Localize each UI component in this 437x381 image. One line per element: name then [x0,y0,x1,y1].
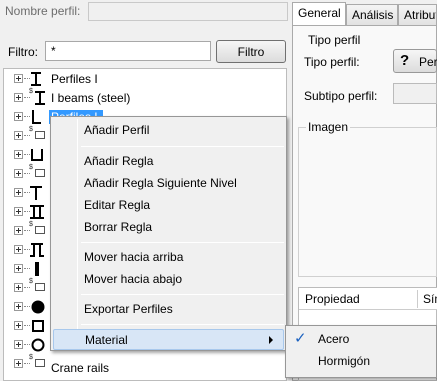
round-tube-icon [31,338,45,352]
tab-label: Análisis [352,8,394,22]
expand-icon[interactable] [14,150,23,159]
image-group-box [298,127,437,277]
pi-section-icon [30,243,44,257]
profile-subtype-field[interactable] [393,83,437,104]
expand-icon[interactable] [14,283,23,292]
t-section-icon [30,186,42,200]
folder-icon [35,226,45,234]
menu-item-export-profiles[interactable]: Exportar Perfiles [53,299,284,320]
question-icon: ? [400,52,410,69]
menu-item-delete-rule[interactable]: Borrar Regla [53,217,284,238]
expand-icon[interactable] [14,340,23,349]
rule-marker-icon: $ [29,278,33,285]
tree-item[interactable]: $ I beams (steel) [4,88,284,107]
properties-table-header: Propiedad Sím [299,288,437,310]
menu-item-label: Exportar Perfiles [84,302,173,316]
menu-item-label: Añadir Perfil [84,123,150,137]
menu-item-label: Material [85,333,128,347]
menu-separator [81,146,284,147]
context-menu: Añadir Perfil Añadir Regla Añadir Regla … [50,116,287,351]
profile-type-button[interactable]: ? Perf [393,49,437,73]
menu-separator [81,242,284,243]
folder-icon [35,131,45,139]
menu-separator [81,294,284,295]
submenu-arrow-icon [269,336,273,344]
submenu-item-hormigon[interactable]: Hormigón [288,351,434,372]
i-beam-icon [31,72,41,86]
checkmark-icon: ✓ [294,330,307,347]
submenu-item-label: Hormigón [318,354,371,368]
material-submenu: ✓ Acero Hormigón [285,325,437,378]
menu-item-label: Editar Regla [84,198,151,212]
tree-item[interactable]: Crane rails [4,359,284,377]
menu-item-label: Añadir Regla Siguiente Nivel [84,176,237,190]
menu-item-add-rule-next-level[interactable]: Añadir Regla Siguiente Nivel [53,173,284,194]
image-group-label: Imagen [306,120,351,134]
menu-item-add-profile[interactable]: Añadir Perfil [53,120,284,141]
menu-item-label: Añadir Regla [84,154,154,168]
profile-type-value: Perf [419,55,437,69]
tab-analisis[interactable]: Análisis [346,4,399,25]
rule-marker-icon: $ [29,221,33,228]
expand-icon[interactable] [14,188,23,197]
tree-item-label: Perfiles I [51,72,98,86]
profile-type-group-label: Tipo perfil [308,33,361,47]
folder-icon [35,283,45,291]
profile-type-label: Tipo perfil: [304,55,360,69]
menu-item-add-rule[interactable]: Añadir Regla [53,151,284,172]
menu-item-move-down[interactable]: Mover hacia abajo [53,269,284,290]
menu-item-label: Mover hacia abajo [84,272,183,286]
menu-separator [81,324,284,325]
filter-input[interactable] [45,41,211,61]
tab-atributos[interactable]: Atribut [398,4,437,25]
folder-icon [35,169,45,177]
rule-marker-icon: $ [29,164,33,171]
column-header-simbolo[interactable]: Sím [423,292,437,306]
expand-icon[interactable] [14,207,23,216]
tab-label: General [298,6,341,20]
tree-item[interactable]: Perfiles I [4,70,284,88]
menu-item-label: Mover hacia arriba [84,250,184,264]
expand-icon[interactable] [14,245,23,254]
tab-label: Atribut [404,8,437,22]
filter-label: Filtro: [8,45,38,59]
rule-marker-icon: $ [29,126,33,133]
i-beam-icon [35,91,45,105]
expand-icon[interactable] [14,302,23,311]
expand-icon[interactable] [14,74,23,83]
profile-subtype-label: Subtipo perfil: [304,89,378,103]
filter-button-label: Filtro [237,44,265,59]
filter-button[interactable]: Filtro [216,40,286,63]
round-bar-icon [31,300,45,314]
flat-bar-icon [35,262,39,276]
u-channel-icon [31,149,43,161]
tree-item-label: Crane rails [51,361,110,375]
menu-item-material[interactable]: Material [53,329,284,350]
submenu-item-acero[interactable]: ✓ Acero [288,329,434,350]
expand-icon[interactable] [14,226,23,235]
expand-icon[interactable] [14,93,23,102]
menu-item-edit-rule[interactable]: Editar Regla [53,195,284,216]
column-header-propiedad[interactable]: Propiedad [305,292,360,306]
menu-item-move-up[interactable]: Mover hacia arriba [53,247,284,268]
expand-icon[interactable] [14,264,23,273]
properties-panel: General Análisis Atribut Tipo perfil Tip… [292,0,437,381]
tree-item-label: I beams (steel) [51,91,131,105]
submenu-item-label: Acero [318,332,350,346]
double-i-icon [30,205,44,219]
square-tube-icon [32,320,44,332]
menu-item-label: Borrar Regla [84,220,153,234]
expand-icon[interactable] [14,131,23,140]
tab-general[interactable]: General [292,2,346,26]
l-angle-icon [32,110,41,124]
expand-icon[interactable] [14,321,23,330]
expand-icon[interactable] [14,169,23,178]
rule-marker-icon: $ [29,88,33,95]
expand-icon[interactable] [14,112,23,121]
column-divider[interactable] [417,290,418,308]
